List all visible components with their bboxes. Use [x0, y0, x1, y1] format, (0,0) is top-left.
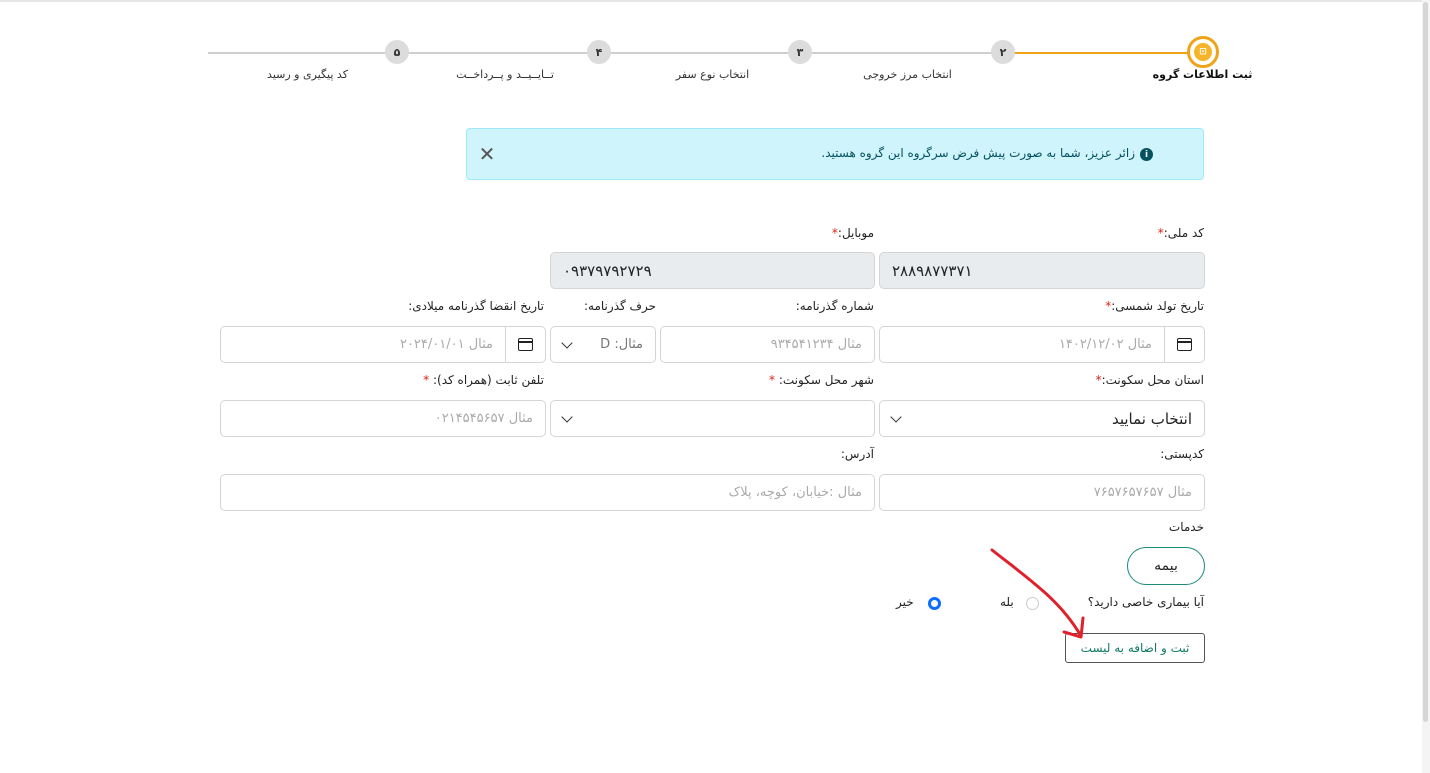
national-code-field[interactable]: ۲۸۸۹۸۷۷۳۷۱	[879, 252, 1205, 289]
disease-question: آیا بیماری خاصی دارید؟	[1087, 595, 1204, 609]
passport-letter-label: حرف گذرنامه:	[584, 299, 656, 313]
passport-expiry-calendar-button[interactable]	[505, 327, 545, 362]
passport-letter-select[interactable]: مثال: D	[550, 326, 656, 363]
alert-message: زائر عزیز، شما به صورت پیش فرض سرگروه ای…	[821, 146, 1135, 160]
passport-number-placeholder: مثال ۹۳۴۵۴۱۲۳۴	[770, 337, 862, 352]
phone-label: تلفن ثابت (همراه کد): *	[423, 373, 544, 387]
step-5-label: کد پیگیری و رسید	[267, 68, 348, 81]
disease-no-radio[interactable]	[928, 597, 941, 610]
address-placeholder: مثال :خیابان، کوچه، پلاک	[728, 485, 862, 500]
calendar-icon	[1177, 338, 1192, 351]
info-alert: i زائر عزیز، شما به صورت پیش فرض سرگروه …	[466, 128, 1204, 180]
step-5: ۵	[385, 40, 409, 64]
chevron-down-icon	[890, 410, 902, 423]
step-1: ⊡	[1187, 36, 1219, 68]
postal-code-label: کدپستی:	[1160, 447, 1204, 461]
national-code-value: ۲۸۸۹۸۷۷۳۷۱	[892, 261, 973, 280]
insurance-service-button[interactable]: بیمه	[1127, 547, 1205, 585]
stepper-track-active	[1003, 52, 1203, 54]
passport-letter-placeholder: مثال: D	[600, 337, 643, 352]
birth-date-placeholder: مثال ۱۴۰۲/۱۲/۰۲	[1058, 337, 1152, 352]
step-1-label: ثبت اطلاعات گروه	[1152, 68, 1253, 81]
annotation-arrow-head	[1062, 616, 1085, 639]
national-code-label: کد ملی:*	[1157, 226, 1204, 240]
passport-number-field[interactable]: مثال ۹۳۴۵۴۱۲۳۴	[660, 326, 875, 363]
step-3-label: انتخاب نوع سفر	[675, 68, 750, 81]
chevron-down-icon	[561, 336, 573, 349]
page-scrollbar[interactable]	[1422, 0, 1430, 773]
chevron-down-icon	[561, 410, 573, 423]
services-label: خدمات	[1168, 520, 1204, 534]
step-4-label: تــایــیــد و پــرداخــت	[456, 68, 554, 81]
postal-code-placeholder: مثال ۷۶۵۷۶۵۷۶۵۷	[1093, 485, 1192, 500]
birth-date-calendar-button[interactable]	[1164, 327, 1204, 362]
step-1-icon: ⊡	[1194, 43, 1212, 61]
step-2-label: انتخاب مرز خروجی	[863, 68, 952, 81]
passport-expiry-placeholder: مثال ۲۰۲۴/۰۱/۰۱	[399, 337, 493, 352]
annotation-arrow	[990, 548, 1085, 639]
step-2-number: ۲	[999, 45, 1007, 59]
mobile-field[interactable]: ۰۹۳۷۹۷۹۲۷۲۹	[550, 252, 875, 289]
city-label: شهر محل سکونت: *	[769, 373, 874, 387]
info-icon: i	[1140, 148, 1153, 161]
mobile-label: موبایل:*	[831, 226, 874, 240]
step-5-number: ۵	[393, 45, 401, 59]
step-3-number: ۳	[796, 45, 804, 59]
phone-placeholder: مثال ۰۲۱۴۵۴۵۶۵۷	[434, 411, 533, 426]
phone-field[interactable]: مثال ۰۲۱۴۵۴۵۶۵۷	[220, 400, 546, 437]
progress-stepper: ⊡ ۲ ۳ ۴ ۵ ثبت اطلاعات گروه انتخاب مرز خر…	[200, 30, 1252, 100]
address-field[interactable]: مثال :خیابان، کوچه، پلاک	[220, 474, 875, 511]
close-icon[interactable]: ✕	[475, 142, 499, 166]
mobile-value: ۰۹۳۷۹۷۹۲۷۲۹	[563, 261, 652, 280]
city-select[interactable]	[550, 400, 875, 437]
top-border	[0, 0, 1430, 2]
postal-code-field[interactable]: مثال ۷۶۵۷۶۵۷۶۵۷	[879, 474, 1205, 511]
scrollbar-thumb[interactable]	[1423, 2, 1428, 722]
birth-date-field[interactable]: مثال ۱۴۰۲/۱۲/۰۲	[879, 326, 1205, 363]
passport-expiry-field[interactable]: مثال ۲۰۲۴/۰۱/۰۱	[220, 326, 546, 363]
birth-date-label: تاریخ تولد شمسی:*	[1105, 299, 1204, 313]
step-4-number: ۴	[595, 45, 603, 59]
step-4: ۴	[587, 40, 611, 64]
province-value: انتخاب نمایید	[1111, 409, 1192, 428]
step-3: ۳	[788, 40, 812, 64]
province-label: استان محل سکونت:*	[1095, 373, 1204, 387]
passport-expiry-label: تاریخ انقضا گذرنامه میلادی:	[408, 299, 544, 313]
address-label: آدرس:	[840, 447, 874, 461]
calendar-icon	[518, 338, 533, 351]
annotation-arrow-shaft	[990, 548, 1083, 638]
province-select[interactable]: انتخاب نمایید	[879, 400, 1205, 437]
passport-number-label: شماره گذرنامه:	[795, 299, 874, 313]
step-2: ۲	[991, 40, 1015, 64]
disease-no-label: خیر	[896, 595, 914, 609]
